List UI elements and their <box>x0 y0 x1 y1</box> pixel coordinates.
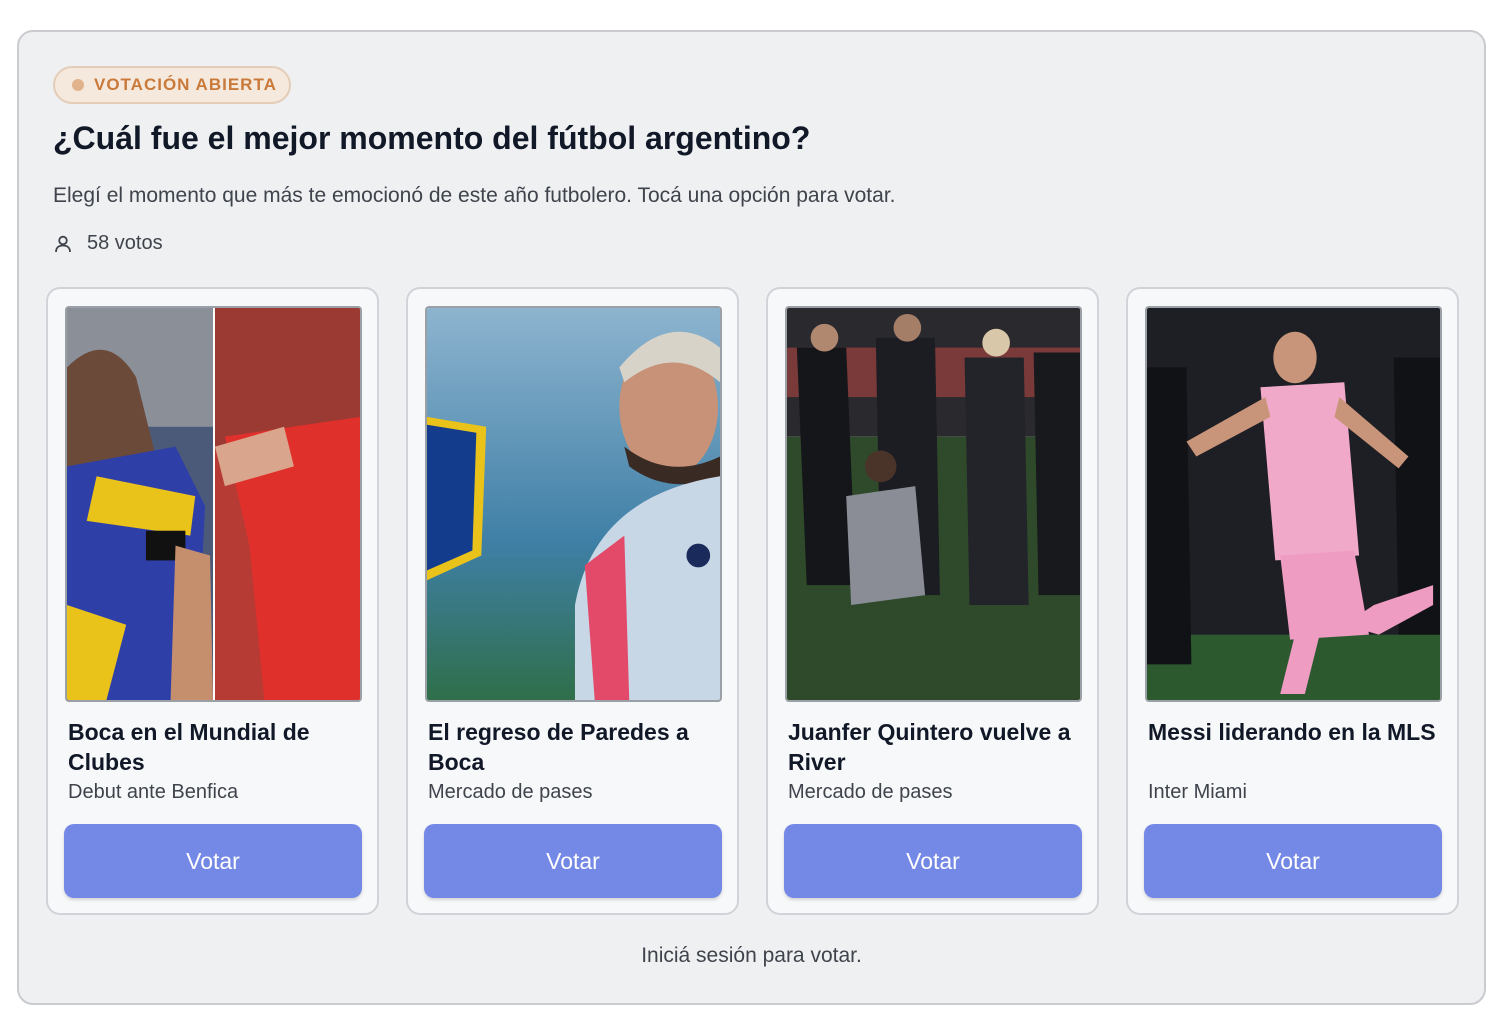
vote-count-label: 58 votos <box>87 232 163 254</box>
status-badge: VOTACIÓN ABIERTA <box>53 66 291 104</box>
option-title: El regreso de Paredes a Boca <box>428 719 689 775</box>
vote-button[interactable]: Votar <box>64 824 362 898</box>
option-card-paredes: El regreso de Paredes a Boca Mercado de … <box>406 287 739 915</box>
poll-card: VOTACIÓN ABIERTA ¿Cuál fue el mejor mome… <box>17 30 1486 1005</box>
option-image-messi <box>1145 306 1442 702</box>
option-card-messi: Messi liderando en la MLS Inter Miami Vo… <box>1126 287 1459 915</box>
poll-title: ¿Cuál fue el mejor momento del fútbol ar… <box>53 120 811 156</box>
option-subtitle: Debut ante Benfica <box>68 781 239 803</box>
option-title: Juanfer Quintero vuelve a River <box>788 719 1071 775</box>
vote-count: 58 votos <box>53 232 163 255</box>
vote-button[interactable]: Votar <box>424 824 722 898</box>
option-subtitle: Mercado de pases <box>428 781 593 803</box>
option-image-paredes <box>425 306 722 702</box>
option-title: Messi liderando en la MLS <box>1148 719 1436 745</box>
vote-button[interactable]: Votar <box>784 824 1082 898</box>
vote-button[interactable]: Votar <box>1144 824 1442 898</box>
user-icon <box>55 235 71 252</box>
login-note: Iniciá sesión para votar. <box>641 944 862 967</box>
status-dot-icon <box>72 79 84 91</box>
option-card-quintero: Juanfer Quintero vuelve a River Mercado … <box>766 287 1099 915</box>
option-card-boca-mundial: Boca en el Mundial de Clubes Debut ante … <box>46 287 379 915</box>
option-image-quintero <box>785 306 1082 702</box>
poll-subtitle: Elegí el momento que más te emocionó de … <box>53 184 896 207</box>
option-subtitle: Inter Miami <box>1148 781 1247 803</box>
option-image-boca-benfica <box>65 306 362 702</box>
option-title: Boca en el Mundial de Clubes <box>68 719 310 775</box>
option-subtitle: Mercado de pases <box>788 781 953 803</box>
status-badge-label: VOTACIÓN ABIERTA <box>94 75 277 94</box>
